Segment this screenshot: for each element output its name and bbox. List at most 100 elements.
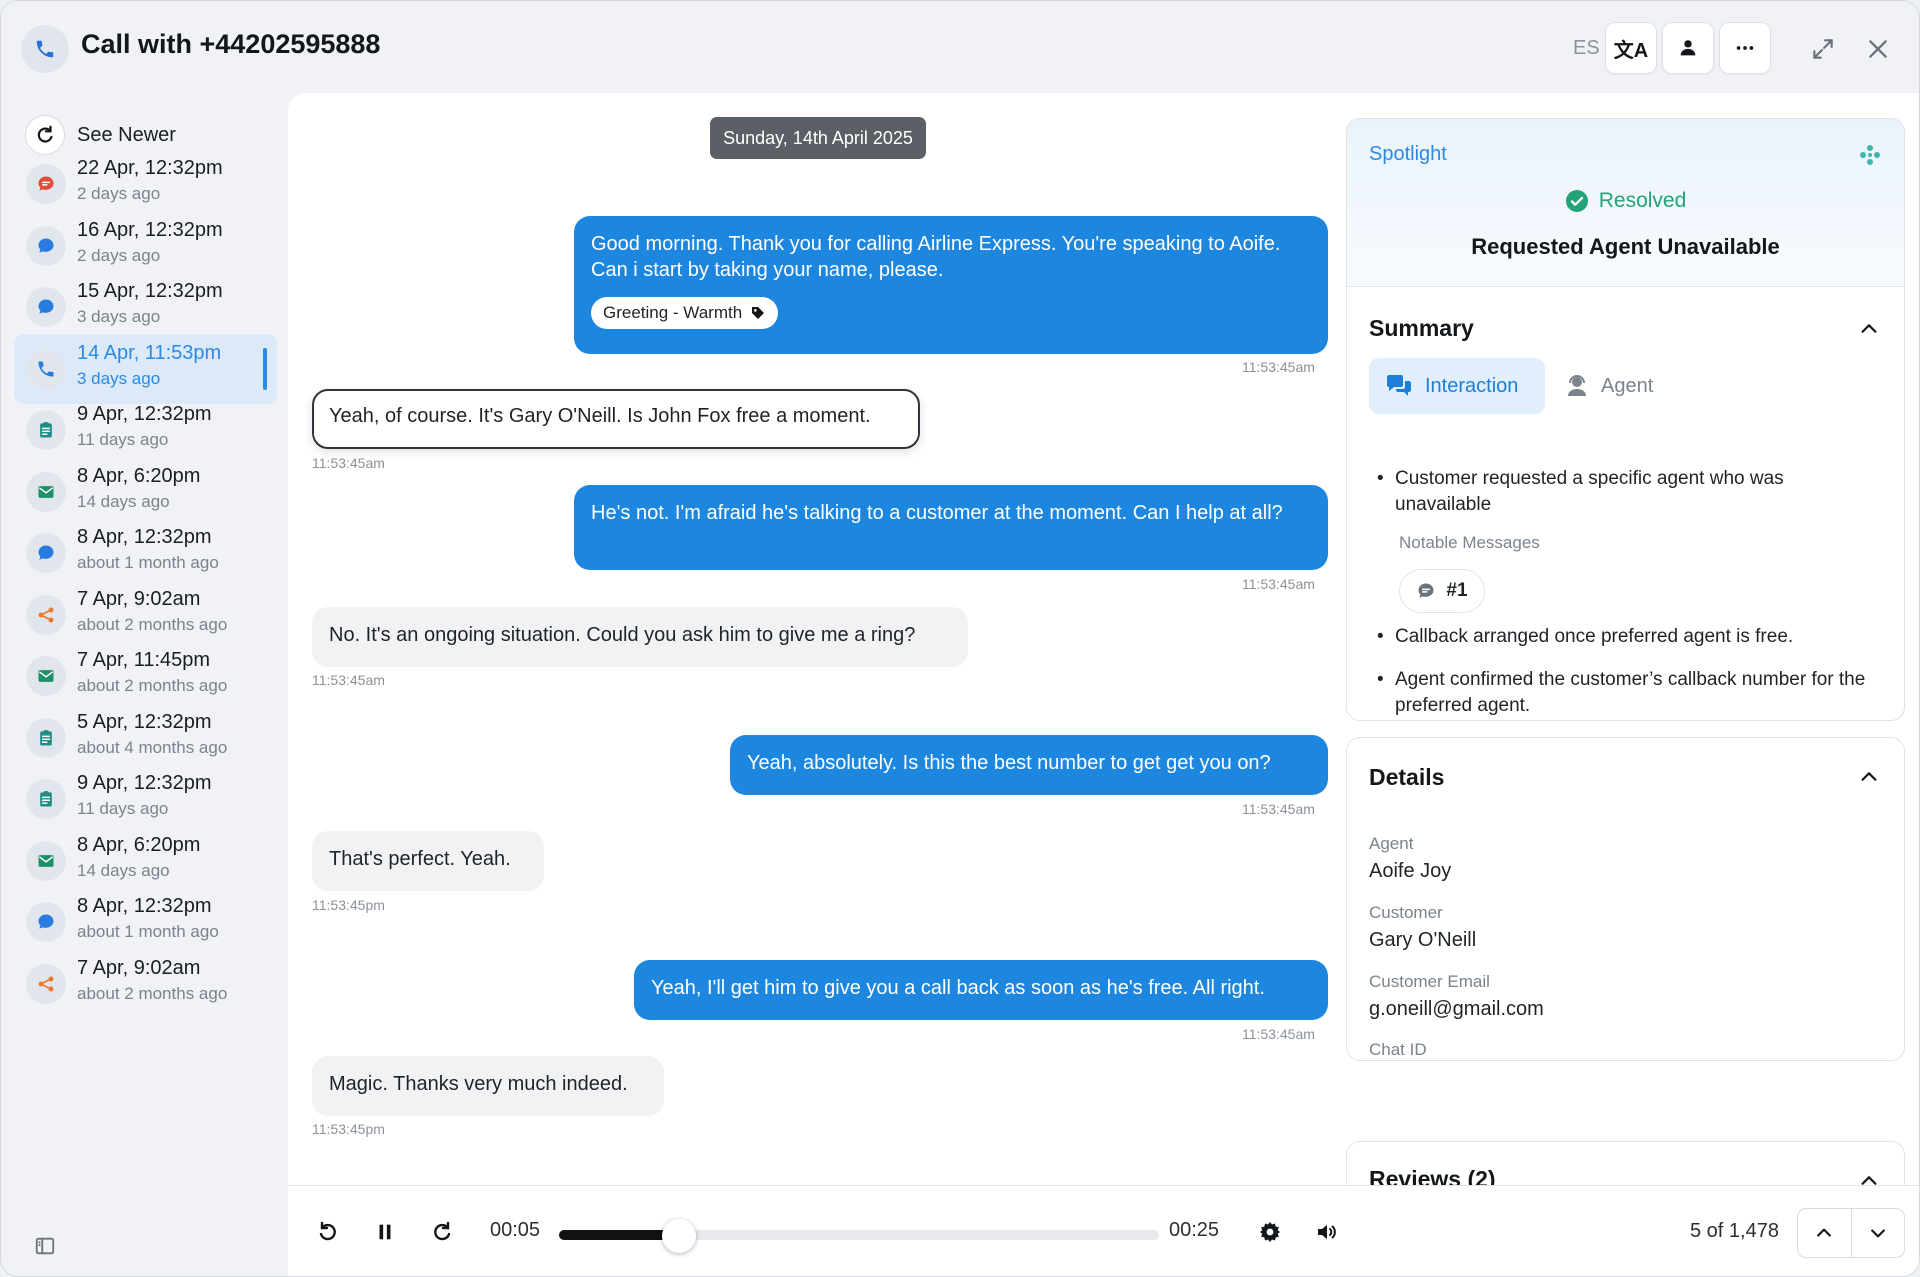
close-icon (1869, 40, 1887, 58)
history-item[interactable]: 22 Apr, 12:32pm 2 days ago (14, 149, 277, 219)
settings-button[interactable] (1252, 1214, 1288, 1250)
conversation-window: Call with +44202595888 ES 文A See Newer 2… (0, 0, 1920, 1277)
summary-bullet: Agent confirmed the customer’s callback … (1377, 667, 1877, 719)
summary-bullet: Customer requested a specific agent who … (1377, 466, 1877, 518)
history-item[interactable]: 8 Apr, 6:20pm 14 days ago (14, 826, 277, 896)
history-item[interactable]: 16 Apr, 12:32pm 2 days ago (14, 211, 277, 281)
detail-value: g.oneill@gmail.com (1369, 998, 1544, 1020)
notable-ref: #1 (1446, 580, 1468, 601)
contact-button[interactable] (1662, 22, 1714, 74)
tag-label: Greeting - Warmth (603, 303, 743, 322)
summary-bullet: Callback arranged once preferred agent i… (1377, 624, 1877, 650)
message-timestamp: 11:53:45am (1242, 359, 1315, 375)
history-date: 8 Apr, 6:20pm (77, 464, 201, 487)
message-agent[interactable]: Good morning. Thank you for calling Airl… (574, 216, 1328, 354)
message-customer-highlighted[interactable]: Yeah, of course. It's Gary O'Neill. Is J… (312, 389, 920, 449)
chat-icon (26, 164, 66, 204)
history-item[interactable]: 7 Apr, 11:45pm about 2 months ago (14, 641, 277, 711)
progress-handle[interactable] (662, 1219, 696, 1253)
history-item[interactable]: 8 Apr, 12:32pm about 1 month ago (14, 887, 277, 957)
collapse-sidebar-button[interactable] (33, 1234, 57, 1258)
history-item[interactable]: 8 Apr, 6:20pm 14 days ago (14, 457, 277, 527)
form-icon (26, 717, 66, 758)
gear-icon (1260, 1222, 1280, 1242)
message-agent[interactable]: Yeah, absolutely. Is this the best numbe… (730, 735, 1328, 795)
insights-panel: Spotlight Resolved Requested Agent Unava… (1346, 93, 1919, 1231)
history-item[interactable]: 8 Apr, 12:32pm about 1 month ago (14, 518, 277, 588)
page-title: Call with +44202595888 (81, 29, 381, 59)
main-panel: Sunday, 14th April 2025 Good morning. Th… (288, 93, 1919, 1276)
expand-icon (1813, 39, 1833, 59)
next-button[interactable] (1850, 1209, 1905, 1257)
expand-button[interactable] (1803, 29, 1843, 69)
tag-icon (752, 307, 765, 319)
history-relative-time: 3 days ago (77, 368, 161, 388)
details-card: Details Agent Aoife Joy Customer Gary O'… (1346, 737, 1905, 1061)
collapse-summary-button[interactable] (1856, 316, 1882, 342)
message-agent[interactable]: He's not. I'm afraid he's talking to a c… (574, 485, 1328, 570)
share-icon (26, 963, 66, 1004)
history-item[interactable]: 15 Apr, 12:32pm 3 days ago (14, 272, 277, 342)
tab-agent[interactable]: Agent (1565, 358, 1653, 414)
history-date: 8 Apr, 12:32pm (77, 895, 212, 917)
history-item[interactable]: 7 Apr, 9:02am about 2 months ago (14, 949, 277, 1019)
message-agent[interactable]: Yeah, I'll get him to give you a call ba… (634, 960, 1328, 1020)
message-text: He's not. I'm afraid he's talking to a c… (591, 502, 1283, 524)
spotlight-headline: Requested Agent Unavailable (1471, 234, 1780, 259)
rewind-button[interactable] (310, 1214, 346, 1250)
history-item-active[interactable]: 14 Apr, 11:53pm 3 days ago (14, 333, 277, 404)
message-text: Magic. Thanks very much indeed. (329, 1073, 628, 1095)
spotlight-header: Spotlight Resolved Requested Agent Unava… (1347, 119, 1904, 287)
volume-button[interactable] (1309, 1214, 1345, 1250)
message-icon (26, 533, 66, 573)
chevron-up-icon (1861, 772, 1877, 781)
message-text: Yeah, of course. It's Gary O'Neill. Is J… (329, 405, 871, 427)
message-customer[interactable]: That's perfect. Yeah. (312, 831, 544, 891)
tab-label: Agent (1601, 374, 1654, 397)
history-item[interactable]: 9 Apr, 12:32pm 11 days ago (14, 764, 277, 834)
collapse-details-button[interactable] (1856, 764, 1882, 790)
see-newer-label: See Newer (77, 123, 176, 146)
share-icon (26, 594, 66, 635)
message-icon (26, 225, 66, 266)
phone-icon (26, 348, 66, 389)
message-timestamp: 11:53:45pm (312, 897, 385, 913)
tag-chip[interactable]: Greeting - Warmth (591, 297, 779, 329)
spotlight-title: Spotlight (1369, 143, 1447, 165)
history-item[interactable]: 9 Apr, 12:32pm 11 days ago (14, 395, 277, 465)
tab-label: Interaction (1425, 374, 1519, 397)
sidebar-toggle-icon (35, 1237, 55, 1255)
message-text: Good morning. Thank you for calling Airl… (591, 233, 1281, 281)
message-timestamp: 11:53:45am (1242, 576, 1315, 592)
tab-interaction[interactable]: Interaction (1369, 358, 1545, 414)
history-relative-time: about 1 month ago (77, 922, 219, 941)
notable-messages-label: Notable Messages (1399, 533, 1540, 552)
header: Call with +44202595888 ES 文A (1, 1, 1919, 93)
message-customer[interactable]: Magic. Thanks very much indeed. (312, 1056, 664, 1116)
detail-label: Customer Email (1369, 972, 1490, 991)
detail-value: Aoife Joy (1369, 860, 1452, 882)
history-item[interactable]: 7 Apr, 9:02am about 2 months ago (14, 580, 277, 650)
more-button[interactable] (1719, 22, 1771, 74)
history-date: 16 Apr, 12:32pm (77, 218, 223, 241)
email-icon (26, 471, 66, 512)
forward-button[interactable] (424, 1214, 460, 1250)
close-button[interactable] (1858, 29, 1898, 69)
history-item[interactable]: 5 Apr, 12:32pm about 4 months ago (14, 703, 277, 773)
chat-icon (1418, 583, 1434, 598)
message-timestamp: 11:53:45pm (312, 1121, 385, 1137)
progress-slider[interactable] (559, 1219, 1159, 1253)
translate-button[interactable]: 文A (1605, 22, 1657, 74)
email-icon (26, 840, 66, 881)
message-timestamp: 11:53:45am (312, 455, 385, 471)
rewind-icon (319, 1221, 336, 1241)
message-customer[interactable]: No. It's an ongoing situation. Could you… (312, 607, 968, 667)
chevron-up-icon (1817, 1228, 1832, 1237)
history-relative-time: 2 days ago (77, 184, 161, 203)
pause-button[interactable] (367, 1214, 403, 1250)
phone-icon (21, 25, 69, 73)
form-icon (26, 779, 66, 819)
notable-message-chip[interactable]: #1 (1399, 569, 1485, 613)
previous-button[interactable] (1798, 1209, 1851, 1257)
pager-count: 5 of 1,478 (1690, 1220, 1779, 1242)
